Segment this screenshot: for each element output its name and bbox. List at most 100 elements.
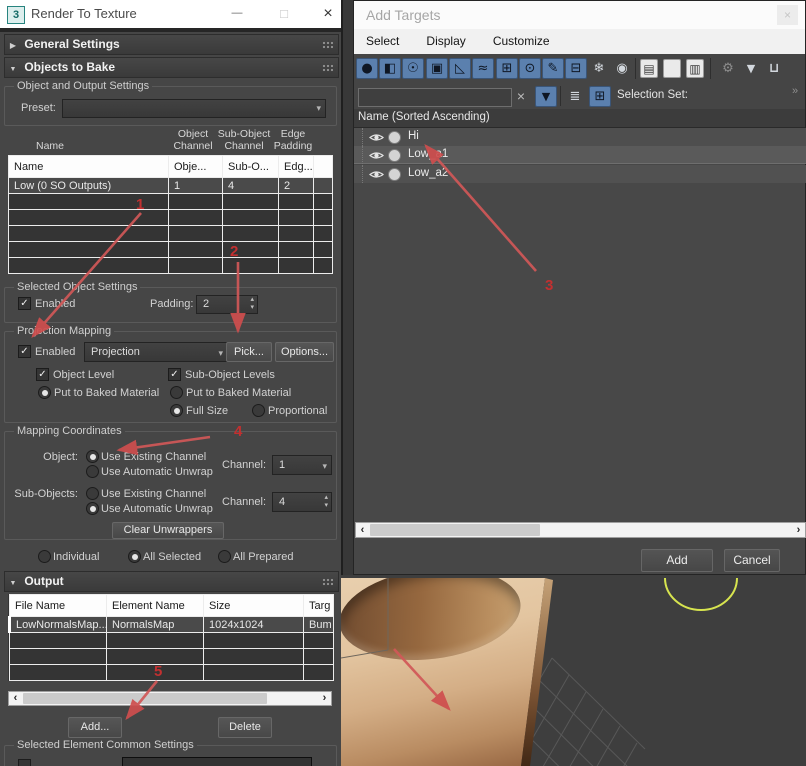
explorer-close-icon[interactable]: × — [777, 5, 798, 25]
projection-dropdown[interactable]: Projection ▾ — [84, 342, 228, 362]
cancel-button[interactable]: Cancel — [724, 549, 780, 572]
drag-grip-icon[interactable] — [322, 41, 333, 49]
list-empty-area[interactable] — [354, 183, 805, 521]
scrollbar-thumb[interactable] — [23, 693, 267, 704]
drag-grip-icon[interactable] — [322, 578, 333, 586]
add-button[interactable]: Add — [641, 549, 713, 572]
bake-objects-table[interactable]: Name Obje... Sub-O... Edg... Low (0 SO Outp… — [8, 155, 333, 274]
display-shapes-icon[interactable]: ◧ — [379, 58, 401, 79]
list-item-low-a1[interactable]: Low_a1 — [354, 146, 806, 164]
display-hidden-icon[interactable]: ◉ — [611, 58, 633, 79]
projection-enabled-checkbox[interactable]: ✓ — [18, 345, 31, 358]
visibility-eye-icon[interactable] — [369, 132, 384, 143]
scrollbar-thumb[interactable] — [370, 524, 540, 536]
display-expand-all-icon[interactable]: ▤ — [640, 59, 658, 78]
pick-button[interactable]: Pick... — [226, 342, 272, 362]
display-bones-icon[interactable]: ✎ — [542, 58, 564, 79]
display-helpers-icon[interactable]: ◺ — [449, 58, 471, 79]
render-toggle-icon[interactable] — [388, 168, 401, 181]
visibility-eye-icon[interactable] — [369, 169, 384, 180]
table-row[interactable]: Low (0 SO Outputs) 1 4 2 — [8, 177, 333, 194]
object-use-existing-radio[interactable] — [86, 450, 99, 463]
bake-table-header[interactable]: Name Obje... Sub-O... Edg... — [8, 155, 333, 178]
menu-customize[interactable]: Customize — [481, 29, 562, 54]
rollout-general-settings[interactable]: ▶ General Settings — [4, 34, 339, 55]
sub-object-levels-checkbox[interactable]: ✓ — [168, 368, 181, 381]
scroll-left-icon[interactable]: ‹ — [9, 692, 22, 705]
preset-dropdown[interactable]: ▾ — [62, 99, 326, 118]
display-cameras-icon[interactable]: ▣ — [426, 58, 448, 79]
display-geometry-icon[interactable]: ● — [356, 58, 378, 79]
menu-display[interactable]: Display — [414, 29, 477, 54]
table-row[interactable] — [8, 209, 333, 226]
drag-grip-icon[interactable] — [322, 64, 333, 72]
sort-by-hierarchy-icon[interactable]: ⊞ — [589, 86, 611, 107]
channel-b-spinner[interactable]: 4 ▴ ▾ — [272, 492, 332, 512]
table-row[interactable] — [8, 193, 333, 210]
lock-cell-editing-icon[interactable]: ▥ — [686, 59, 704, 78]
table-row[interactable] — [9, 664, 334, 681]
proportional-radio[interactable] — [252, 404, 265, 417]
object-use-auto-radio[interactable] — [86, 465, 99, 478]
output-table-header[interactable]: File Name Element Name Size Targ — [9, 594, 334, 617]
table-row[interactable] — [8, 241, 333, 258]
maximize-icon[interactable]: □ — [274, 4, 294, 24]
table-row[interactable]: LowNormalsMap... NormalsMap 1024x1024 Bum — [8, 616, 334, 633]
options-button[interactable]: Options... — [275, 342, 334, 362]
table-row[interactable] — [8, 225, 333, 242]
sub-use-existing-radio[interactable] — [86, 487, 99, 500]
explorer-title-bar[interactable]: Add Targets × — [354, 1, 805, 29]
put-to-baked-material-radio[interactable] — [38, 386, 51, 399]
scroll-right-icon[interactable]: › — [792, 523, 805, 537]
display-spacewarps-icon[interactable]: ≈ — [472, 58, 494, 79]
list-item-low-a2[interactable]: Low_a2 — [354, 165, 806, 183]
display-by-layer-icon[interactable]: ≣ — [564, 86, 586, 107]
overflow-chevrons-icon[interactable]: » — [792, 85, 798, 97]
pick-container-icon[interactable]: ⊔ — [763, 58, 785, 79]
object-level-checkbox[interactable]: ✓ — [36, 368, 49, 381]
scroll-right-icon[interactable]: › — [318, 692, 331, 705]
render-toggle-icon[interactable] — [388, 131, 401, 144]
sub-use-auto-radio[interactable] — [86, 502, 99, 515]
render-toggle-icon[interactable] — [388, 149, 401, 162]
close-icon[interactable]: × — [318, 3, 338, 25]
table-row[interactable] — [8, 257, 333, 274]
left-title-bar[interactable]: 3 Render To Texture — □ × — [0, 0, 341, 28]
name-column-header[interactable]: Name (Sorted Ascending) — [354, 109, 805, 128]
display-lights-icon[interactable]: ☉ — [402, 58, 424, 79]
full-size-radio[interactable] — [170, 404, 183, 417]
display-xrefs-icon[interactable]: ⊙ — [519, 58, 541, 79]
partial-field[interactable] — [122, 757, 312, 766]
list-item-hi[interactable]: Hi — [354, 128, 806, 146]
all-prepared-radio[interactable] — [218, 550, 231, 563]
display-groups-icon[interactable]: ⊞ — [496, 58, 518, 79]
enabled-checkbox[interactable]: ✓ — [18, 297, 31, 310]
display-none-icon[interactable] — [663, 59, 681, 78]
display-frozen-icon[interactable]: ❄ — [588, 58, 610, 79]
search-input[interactable] — [358, 88, 512, 107]
menu-select[interactable]: Select — [354, 29, 411, 54]
output-h-scrollbar[interactable]: ‹ › — [8, 691, 332, 706]
put-to-baked-material-radio-2[interactable] — [170, 386, 183, 399]
table-row[interactable] — [9, 648, 334, 665]
all-selected-radio[interactable] — [128, 550, 141, 563]
table-row[interactable] — [9, 632, 334, 649]
viewport[interactable] — [341, 575, 806, 766]
search-clear-icon[interactable]: × — [513, 87, 529, 105]
filter-icon[interactable]: ▼ — [740, 58, 762, 79]
scroll-left-icon[interactable]: ‹ — [356, 523, 369, 537]
explorer-h-scrollbar[interactable]: ‹ › — [355, 522, 806, 538]
display-containers-icon[interactable]: ⊟ — [565, 58, 587, 79]
rollout-objects-to-bake[interactable]: ▼ Objects to Bake — [4, 57, 339, 78]
channel-a-dropdown[interactable]: 1 ▾ — [272, 455, 332, 475]
configure-advanced-filter-icon[interactable]: ⚙ — [717, 58, 739, 79]
individual-radio[interactable] — [38, 550, 51, 563]
padding-spinner[interactable]: 2 ▴ ▾ — [196, 295, 258, 314]
clear-unwrappers-button[interactable]: Clear Unwrappers — [112, 522, 224, 539]
spinner-arrows-icon[interactable]: ▴ ▾ — [250, 296, 254, 312]
output-add-button[interactable]: Add... — [68, 717, 122, 738]
output-table[interactable]: File Name Element Name Size Targ LowNormals… — [8, 594, 334, 681]
spinner-arrows-icon[interactable]: ▴ ▾ — [324, 494, 328, 510]
select-by-filter-icon[interactable]: ▼ — [535, 86, 557, 107]
minimize-icon[interactable]: — — [227, 4, 247, 24]
